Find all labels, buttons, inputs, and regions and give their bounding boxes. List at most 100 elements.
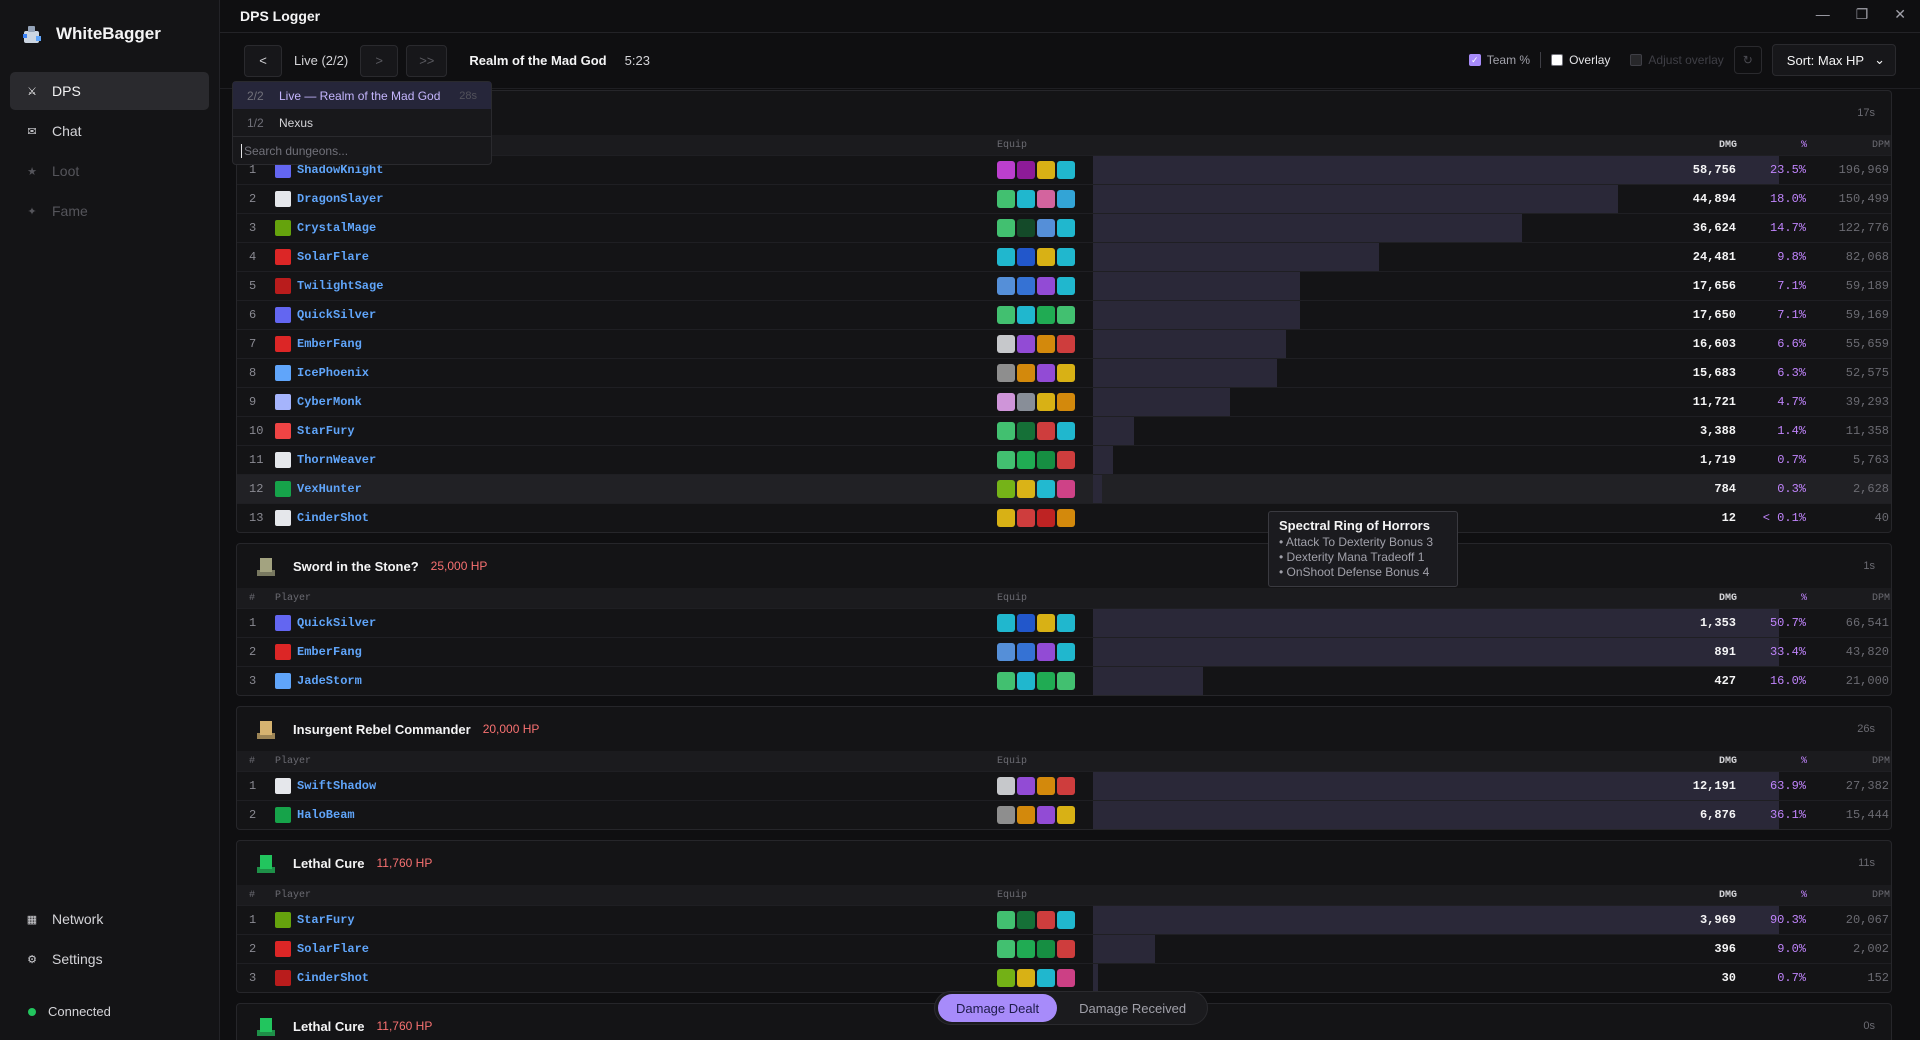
player-name[interactable]: ShadowKnight bbox=[297, 163, 383, 177]
equip-slot-icon[interactable] bbox=[997, 422, 1015, 440]
col-dpm[interactable]: DPM bbox=[1810, 140, 1890, 151]
equip-slot-icon[interactable] bbox=[1037, 248, 1055, 266]
table-row[interactable]: 1 SwiftShadow 12,191 63.9% 27,382 bbox=[237, 771, 1891, 800]
restore-icon[interactable]: ❐ bbox=[1856, 6, 1869, 23]
equip-slot-icon[interactable] bbox=[1017, 219, 1035, 237]
equip-slot-icon[interactable] bbox=[997, 672, 1015, 690]
table-row[interactable]: 1 StarFury 3,969 90.3% 20,067 bbox=[237, 905, 1891, 934]
overlay-checkbox[interactable]: Overlay bbox=[1551, 53, 1610, 67]
equip-slot-icon[interactable] bbox=[1037, 393, 1055, 411]
equip-slot-icon[interactable] bbox=[997, 509, 1015, 527]
equip-slot-icon[interactable] bbox=[1037, 940, 1055, 958]
equip-slot-icon[interactable] bbox=[997, 643, 1015, 661]
encounter-header[interactable]: Lethal Cure 11,760 HP 11s bbox=[237, 841, 1891, 885]
equip-slot-icon[interactable] bbox=[997, 364, 1015, 382]
equip-slot-icon[interactable] bbox=[1017, 451, 1035, 469]
equip-slot-icon[interactable] bbox=[997, 480, 1015, 498]
equip-slot-icon[interactable] bbox=[997, 451, 1015, 469]
equip-slot-icon[interactable] bbox=[1037, 672, 1055, 690]
equip-slot-icon[interactable] bbox=[1057, 451, 1075, 469]
equip-slot-icon[interactable] bbox=[1037, 364, 1055, 382]
equip-slot-icon[interactable] bbox=[1037, 219, 1055, 237]
player-name[interactable]: SolarFlare bbox=[297, 942, 369, 956]
equip-slot-icon[interactable] bbox=[1037, 161, 1055, 179]
equip-slot-icon[interactable] bbox=[997, 248, 1015, 266]
sort-select[interactable]: Sort: Max HP ⌄ bbox=[1771, 44, 1896, 76]
team-pct-checkbox[interactable]: ✓ Team % bbox=[1468, 53, 1530, 67]
equip-slot-icon[interactable] bbox=[1057, 248, 1075, 266]
equip-slot-icon[interactable] bbox=[1057, 480, 1075, 498]
equip-slot-icon[interactable] bbox=[1037, 190, 1055, 208]
player-name[interactable]: SwiftShadow bbox=[297, 779, 376, 793]
table-row[interactable]: 4 SolarFlare 24,481 9.8% 82,068 bbox=[237, 242, 1891, 271]
equip-slot-icon[interactable] bbox=[1017, 190, 1035, 208]
table-row[interactable]: 3 CinderShot 30 0.7% 152 bbox=[237, 963, 1891, 992]
player-name[interactable]: IcePhoenix bbox=[297, 366, 369, 380]
col-pct[interactable]: % bbox=[1747, 890, 1807, 901]
equip-slot-icon[interactable] bbox=[1057, 422, 1075, 440]
player-name[interactable]: SolarFlare bbox=[297, 250, 369, 264]
equip-slot-icon[interactable] bbox=[1017, 306, 1035, 324]
equip-slot-icon[interactable] bbox=[997, 969, 1015, 987]
minimize-icon[interactable]: — bbox=[1816, 6, 1830, 23]
equip-slot-icon[interactable] bbox=[997, 335, 1015, 353]
equip-slot-icon[interactable] bbox=[1037, 451, 1055, 469]
table-row[interactable]: 8 IcePhoenix 15,683 6.3% 52,575 bbox=[237, 358, 1891, 387]
equip-slot-icon[interactable] bbox=[1057, 306, 1075, 324]
equip-slot-icon[interactable] bbox=[1037, 643, 1055, 661]
table-row[interactable]: 11 ThornWeaver 1,719 0.7% 5,763 bbox=[237, 445, 1891, 474]
next-button[interactable]: > bbox=[360, 44, 399, 77]
damage-received-tab[interactable]: Damage Received bbox=[1061, 994, 1204, 1022]
equip-slot-icon[interactable] bbox=[1057, 911, 1075, 929]
equip-slot-icon[interactable] bbox=[1017, 806, 1035, 824]
player-name[interactable]: VexHunter bbox=[297, 482, 362, 496]
player-name[interactable]: EmberFang bbox=[297, 337, 362, 351]
table-row[interactable]: 2 SolarFlare 396 9.0% 2,002 bbox=[237, 934, 1891, 963]
table-row[interactable]: 13 CinderShot 12 < 0.1% 40 bbox=[237, 503, 1891, 532]
equip-slot-icon[interactable] bbox=[1037, 509, 1055, 527]
equip-slot-icon[interactable] bbox=[1057, 219, 1075, 237]
equip-slot-icon[interactable] bbox=[1037, 277, 1055, 295]
adjust-overlay-checkbox[interactable]: Adjust overlay bbox=[1630, 53, 1724, 67]
equip-slot-icon[interactable] bbox=[1057, 161, 1075, 179]
equip-slot-icon[interactable] bbox=[1037, 480, 1055, 498]
player-name[interactable]: CinderShot bbox=[297, 511, 369, 525]
equip-slot-icon[interactable] bbox=[1017, 969, 1035, 987]
equip-slot-icon[interactable] bbox=[997, 190, 1015, 208]
col-pct[interactable]: % bbox=[1747, 593, 1807, 604]
equip-slot-icon[interactable] bbox=[1017, 777, 1035, 795]
equip-slot-icon[interactable] bbox=[1017, 940, 1035, 958]
last-button[interactable]: >> bbox=[406, 44, 448, 77]
equip-slot-icon[interactable] bbox=[1017, 911, 1035, 929]
damage-dealt-tab[interactable]: Damage Dealt bbox=[938, 994, 1058, 1022]
player-name[interactable]: QuickSilver bbox=[297, 616, 376, 630]
player-name[interactable]: EmberFang bbox=[297, 645, 362, 659]
equip-slot-icon[interactable] bbox=[1017, 277, 1035, 295]
equip-slot-icon[interactable] bbox=[1057, 190, 1075, 208]
sidebar-item-chat[interactable]: ✉ Chat bbox=[10, 112, 209, 150]
equip-slot-icon[interactable] bbox=[1037, 806, 1055, 824]
equip-slot-icon[interactable] bbox=[1037, 777, 1055, 795]
prev-button[interactable]: < bbox=[244, 44, 282, 77]
equip-slot-icon[interactable] bbox=[997, 219, 1015, 237]
table-row[interactable]: 7 EmberFang 16,603 6.6% 55,659 bbox=[237, 329, 1891, 358]
table-row[interactable]: 2 HaloBeam 6,876 36.1% 15,444 bbox=[237, 800, 1891, 829]
table-row[interactable]: 2 DragonSlayer 44,894 18.0% 150,499 bbox=[237, 184, 1891, 213]
col-pct[interactable]: % bbox=[1747, 756, 1807, 767]
equip-slot-icon[interactable] bbox=[997, 777, 1015, 795]
equip-slot-icon[interactable] bbox=[997, 806, 1015, 824]
sidebar-item-loot[interactable]: ★ Loot bbox=[10, 152, 209, 190]
table-row[interactable]: 10 StarFury 3,388 1.4% 11,358 bbox=[237, 416, 1891, 445]
equip-slot-icon[interactable] bbox=[1017, 509, 1035, 527]
col-dpm[interactable]: DPM bbox=[1810, 593, 1890, 604]
equip-slot-icon[interactable] bbox=[1017, 614, 1035, 632]
equip-slot-icon[interactable] bbox=[997, 911, 1015, 929]
equip-slot-icon[interactable] bbox=[997, 277, 1015, 295]
equip-slot-icon[interactable] bbox=[1017, 161, 1035, 179]
equip-slot-icon[interactable] bbox=[1037, 335, 1055, 353]
col-dpm[interactable]: DPM bbox=[1810, 756, 1890, 767]
table-row[interactable]: 3 CrystalMage 36,624 14.7% 122,776 bbox=[237, 213, 1891, 242]
col-pct[interactable]: % bbox=[1747, 140, 1807, 151]
equip-slot-icon[interactable] bbox=[997, 393, 1015, 411]
equip-slot-icon[interactable] bbox=[1017, 335, 1035, 353]
